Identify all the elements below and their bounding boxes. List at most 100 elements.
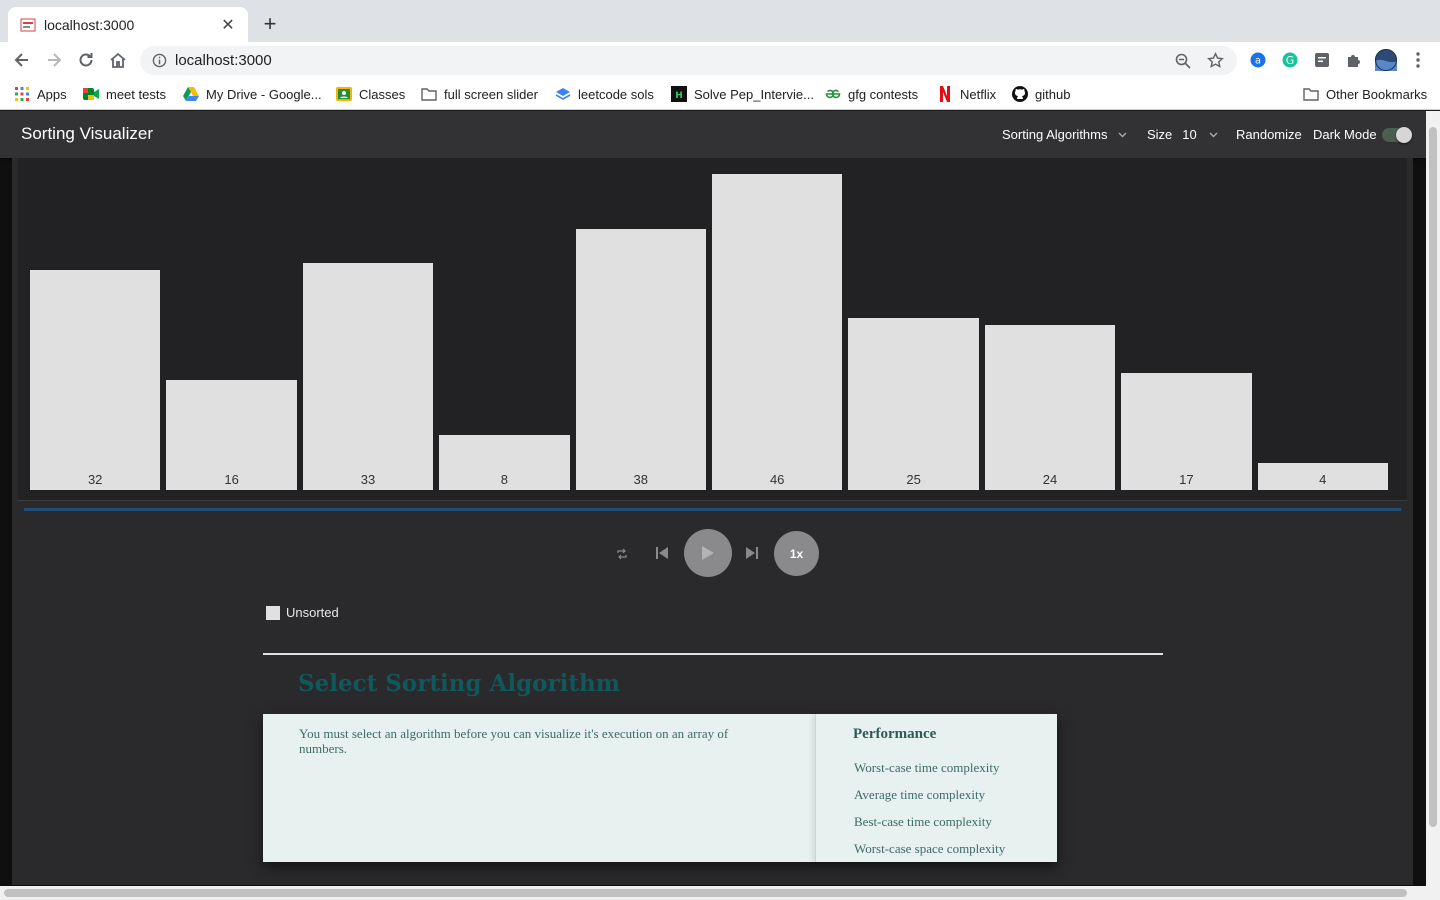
bookmark-meet-tests[interactable]: meet tests [83, 85, 166, 103]
bookmark-my-drive[interactable]: My Drive - Google... [183, 85, 322, 103]
array-bar: 17 [1121, 373, 1252, 490]
chevron-down-icon [1209, 130, 1219, 140]
size-label: Size [1147, 127, 1173, 142]
array-bar: 25 [848, 318, 979, 490]
hackerrank-icon: H [671, 86, 687, 102]
bookmark-label: meet tests [106, 86, 166, 102]
array-bar: 16 [166, 380, 297, 490]
bookmark-label: Other Bookmarks [1326, 86, 1428, 102]
size-value: 10 [1182, 127, 1197, 142]
toggle-thumb [1396, 127, 1412, 143]
layers-icon [555, 86, 571, 102]
main-content: 32 16 33 8 38 46 25 24 17 4 1x Unsorted Select So… [12, 158, 1413, 885]
array-bar: 38 [575, 228, 706, 490]
bookmark-leetcode-sols[interactable]: leetcode sols [555, 85, 654, 103]
browser-tab[interactable]: localhost:3000 ✕ [8, 7, 248, 42]
extension-doc-icon[interactable] [1312, 50, 1332, 70]
bookmark-apps[interactable]: Apps [14, 85, 67, 103]
array-bar: 46 [712, 174, 843, 490]
forward-icon[interactable] [42, 48, 66, 72]
new-tab-icon[interactable]: + [258, 11, 282, 36]
skip-back-icon[interactable] [653, 544, 671, 562]
google-classroom-icon [336, 86, 352, 102]
performance-title: Performance [853, 726, 937, 742]
algorithm-info-card: You must select an algorithm before you … [263, 714, 1057, 862]
dark-mode-text: Dark Mode [1313, 127, 1377, 142]
back-icon[interactable] [10, 48, 34, 72]
chevron-down-icon [1118, 130, 1128, 140]
tab-favicon-icon [20, 17, 36, 33]
bookmarks-bar: Apps meet tests My Drive - Google... Cla… [0, 78, 1440, 110]
site-info-icon[interactable] [151, 53, 167, 69]
profile-avatar[interactable] [1374, 48, 1398, 72]
legend: Unsorted [266, 605, 339, 620]
legend-swatch-unsorted [266, 605, 280, 620]
size-dropdown[interactable]: Size 10 [1147, 127, 1219, 142]
speed-button[interactable]: 1x [774, 531, 819, 576]
array-bar: 8 [439, 435, 570, 490]
address-bar[interactable]: localhost:3000 [140, 46, 1237, 75]
array-bar-value: 4 [1319, 471, 1327, 487]
folder-icon [1303, 86, 1319, 102]
browser-menu-icon[interactable] [1408, 50, 1428, 70]
array-bar-value: 16 [224, 471, 239, 487]
skip-forward-icon[interactable] [743, 544, 761, 562]
bookmark-other-bookmarks[interactable]: Other Bookmarks [1303, 85, 1427, 103]
randomize-button[interactable]: Randomize [1236, 127, 1302, 142]
tab-title: localhost:3000 [44, 16, 135, 33]
bookmark-label: gfg contests [848, 86, 919, 102]
folder-icon [421, 86, 437, 102]
array-bar-value: 46 [769, 472, 785, 487]
app-viewport: Sorting Visualizer Sorting Algorithms Si… [0, 111, 1440, 900]
extensions-puzzle-icon[interactable] [1344, 50, 1364, 70]
array-bar-value: 32 [87, 471, 103, 487]
bookmark-full-screen-slider[interactable]: full screen slider [421, 85, 538, 103]
array-bar-value: 8 [500, 471, 508, 487]
randomize-label: Randomize [1236, 127, 1302, 142]
extension-a-icon[interactable]: a [1248, 50, 1268, 70]
grammarly-icon[interactable]: G [1280, 50, 1300, 70]
netflix-icon [937, 86, 953, 102]
bookmark-label: Classes [359, 86, 406, 102]
svg-text:a: a [1255, 56, 1261, 67]
svg-text:H: H [675, 91, 683, 101]
horizontal-scrollbar[interactable] [0, 886, 1440, 900]
section-divider [263, 653, 1163, 655]
vertical-scrollbar-thumb[interactable] [1429, 127, 1437, 827]
play-button[interactable] [684, 529, 732, 577]
vertical-scrollbar[interactable] [1426, 111, 1440, 886]
array-bar-value: 17 [1179, 471, 1194, 487]
array-bar-value: 25 [906, 471, 921, 487]
bookmark-label: Solve Pep_Intervie... [694, 86, 814, 102]
bookmark-label: github [1035, 86, 1071, 102]
bookmark-classes[interactable]: Classes [336, 85, 405, 103]
array-bar-value: 33 [360, 471, 376, 487]
geeksforgeeks-icon [825, 86, 841, 102]
bookmark-star-icon[interactable] [1205, 51, 1225, 71]
bookmark-netflix[interactable]: Netflix [937, 85, 996, 103]
dark-mode-toggle[interactable] [1382, 127, 1412, 143]
browser-tab-strip: localhost:3000 ✕ + [0, 0, 1440, 42]
google-drive-icon [183, 86, 199, 102]
sorting-algorithms-dropdown[interactable]: Sorting Algorithms [1002, 127, 1128, 142]
app-title: Sorting Visualizer [21, 124, 153, 143]
apps-grid-icon [14, 86, 30, 102]
bookmark-solve-pep[interactable]: H Solve Pep_Intervie... [671, 85, 814, 103]
reload-icon[interactable] [74, 48, 98, 72]
bookmark-label: My Drive - Google... [206, 86, 322, 102]
sorting-algorithms-label: Sorting Algorithms [1002, 127, 1108, 142]
horizontal-scrollbar-thumb[interactable] [4, 889, 1407, 897]
repeat-icon[interactable] [614, 546, 630, 562]
close-tab-icon[interactable]: ✕ [218, 15, 238, 35]
algorithm-description: You must select an algorithm before you … [299, 726, 729, 756]
bookmark-label: full screen slider [444, 86, 538, 102]
bookmark-github[interactable]: github [1012, 85, 1070, 103]
bookmark-gfg-contests[interactable]: gfg contests [825, 85, 918, 103]
bookmark-label: Netflix [960, 86, 997, 102]
array-bar: 32 [30, 270, 161, 490]
zoom-icon[interactable] [1173, 51, 1193, 71]
array-bar-value: 24 [1042, 471, 1058, 487]
svg-text:G: G [1286, 54, 1295, 67]
legend-label-unsorted: Unsorted [286, 605, 339, 620]
home-icon[interactable] [106, 48, 130, 72]
